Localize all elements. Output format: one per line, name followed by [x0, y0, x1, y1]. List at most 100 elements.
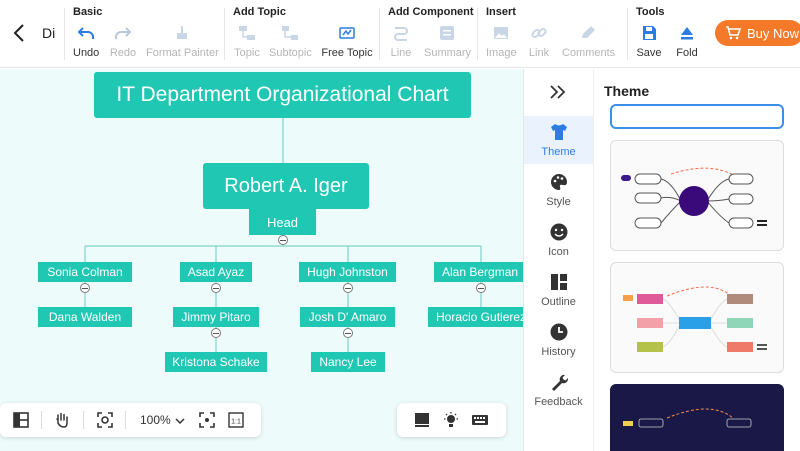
- screenshot-icon[interactable]: [96, 411, 114, 429]
- theme-card[interactable]: [610, 140, 784, 251]
- chart-title-node[interactable]: IT Department Organizational Chart: [94, 72, 471, 118]
- person-node[interactable]: Nancy Lee: [311, 352, 385, 372]
- link-icon: [531, 27, 547, 39]
- layout-icon[interactable]: [12, 411, 30, 429]
- person-node[interactable]: Hugh Johnston: [299, 262, 396, 282]
- link-button[interactable]: Link: [526, 24, 552, 59]
- collapse-toggle[interactable]: [211, 283, 221, 293]
- person-node[interactable]: Alan Bergman: [434, 262, 523, 282]
- sidebar-item-outline[interactable]: Outline: [524, 266, 593, 314]
- wrench-icon: [551, 374, 568, 391]
- basic-group-title: Basic: [73, 6, 103, 18]
- tools-group-title: Tools: [636, 6, 665, 18]
- head-name-node[interactable]: Robert A. Iger: [203, 163, 369, 209]
- add-component-group-title: Add Component: [388, 6, 474, 18]
- keyboard-icon[interactable]: [471, 411, 489, 429]
- panel-title: Theme: [604, 83, 650, 99]
- summary-icon: [440, 26, 454, 40]
- sidebar-label: History: [541, 346, 576, 358]
- insert-group-title: Insert: [486, 6, 516, 18]
- collapse-panel-icon[interactable]: [548, 83, 568, 101]
- sidebar-label: Icon: [548, 246, 569, 258]
- collapse-toggle[interactable]: [278, 235, 288, 245]
- line-icon: [394, 27, 408, 41]
- line-button[interactable]: Line: [388, 24, 414, 59]
- summary-label: Summary: [424, 47, 472, 59]
- display-controls-bar: [397, 403, 506, 437]
- collapse-toggle[interactable]: [343, 283, 353, 293]
- subtopic-button[interactable]: Subtopic: [269, 24, 312, 59]
- palette-icon: [550, 174, 567, 190]
- fold-button[interactable]: Fold: [674, 24, 700, 59]
- format-painter-button[interactable]: Format Painter: [146, 24, 219, 59]
- toolbar-divider: [379, 8, 380, 60]
- save-button[interactable]: Save: [636, 24, 662, 59]
- chevron-down-icon[interactable]: [175, 417, 185, 425]
- presentation-icon[interactable]: [413, 411, 431, 429]
- document-name[interactable]: Di: [42, 25, 55, 41]
- person-node[interactable]: Jimmy Pitaro: [173, 307, 259, 327]
- sidebar-item-style[interactable]: Style: [524, 166, 593, 214]
- hand-tool-icon[interactable]: [53, 411, 71, 429]
- line-label: Line: [390, 47, 412, 59]
- bar-divider: [83, 411, 84, 429]
- fit-screen-icon[interactable]: [198, 411, 216, 429]
- theme-card[interactable]: [610, 384, 784, 451]
- theme-light-icon[interactable]: [442, 411, 460, 429]
- shirt-icon: [550, 124, 567, 140]
- theme-card[interactable]: [610, 262, 784, 373]
- format-painter-icon: [177, 26, 187, 39]
- bar-divider: [41, 411, 42, 429]
- collapse-toggle[interactable]: [343, 328, 353, 338]
- bar-divider: [125, 411, 126, 429]
- redo-label: Redo: [109, 47, 137, 59]
- mind-map-canvas[interactable]: IT Department Organizational Chart Rober…: [0, 69, 523, 451]
- back-icon[interactable]: [10, 22, 30, 44]
- comments-button[interactable]: Comments: [562, 24, 616, 59]
- connector-lines: [84, 118, 482, 352]
- image-label: Image: [486, 47, 517, 59]
- sidebar-item-icon[interactable]: Icon: [524, 216, 593, 264]
- zoom-level[interactable]: 100%: [140, 413, 171, 427]
- image-button[interactable]: Image: [486, 24, 517, 59]
- view-controls-bar: 100% 1:1: [0, 403, 261, 437]
- topic-icon: [239, 26, 255, 40]
- collapse-toggle[interactable]: [476, 283, 486, 293]
- free-topic-label: Free Topic: [321, 47, 373, 59]
- toolbar-divider: [64, 8, 65, 60]
- summary-button[interactable]: Summary: [424, 24, 472, 59]
- head-role-node[interactable]: Head: [249, 209, 316, 235]
- person-node[interactable]: Horacio Gutierez: [428, 307, 523, 327]
- person-node[interactable]: Josh D' Amaro: [300, 307, 395, 327]
- save-icon: [643, 26, 656, 40]
- collapse-toggle[interactable]: [211, 328, 221, 338]
- collapse-toggle[interactable]: [80, 283, 90, 293]
- sidebar-item-history[interactable]: History: [524, 316, 593, 364]
- add-topic-group: Add Topic Topic Subtopic Free Topic: [233, 0, 373, 68]
- actual-size-icon[interactable]: 1:1: [227, 411, 245, 429]
- topic-button[interactable]: Topic: [233, 24, 261, 59]
- side-tab-rail: Theme Style Icon Outline History Feedbac…: [523, 69, 593, 451]
- buy-now-button[interactable]: Buy Now: [715, 20, 800, 46]
- theme-card-selected[interactable]: [610, 104, 784, 129]
- save-label: Save: [636, 47, 662, 59]
- sidebar-item-feedback[interactable]: Feedback: [524, 366, 593, 414]
- comments-label: Comments: [562, 47, 616, 59]
- sidebar-item-theme[interactable]: Theme: [524, 116, 593, 164]
- person-node[interactable]: Kristona Schake: [165, 352, 267, 372]
- free-topic-button[interactable]: Free Topic: [321, 24, 373, 59]
- basic-group: Basic Undo Redo Format Painter: [73, 0, 223, 68]
- undo-button[interactable]: Undo: [73, 24, 99, 59]
- tools-group: Tools Save Fold: [636, 0, 706, 68]
- redo-button[interactable]: Redo: [109, 24, 137, 59]
- cart-icon: [726, 26, 741, 40]
- person-node[interactable]: Sonia Colman: [38, 262, 132, 282]
- image-icon: [494, 27, 508, 39]
- outline-icon: [550, 274, 567, 290]
- insert-group: Insert Image Link Comments: [486, 0, 616, 68]
- smiley-icon: [550, 223, 567, 241]
- topic-label: Topic: [234, 47, 260, 59]
- person-node[interactable]: Asad Ayaz: [180, 262, 252, 282]
- sidebar-label: Outline: [541, 296, 576, 308]
- person-node[interactable]: Dana Walden: [38, 307, 132, 327]
